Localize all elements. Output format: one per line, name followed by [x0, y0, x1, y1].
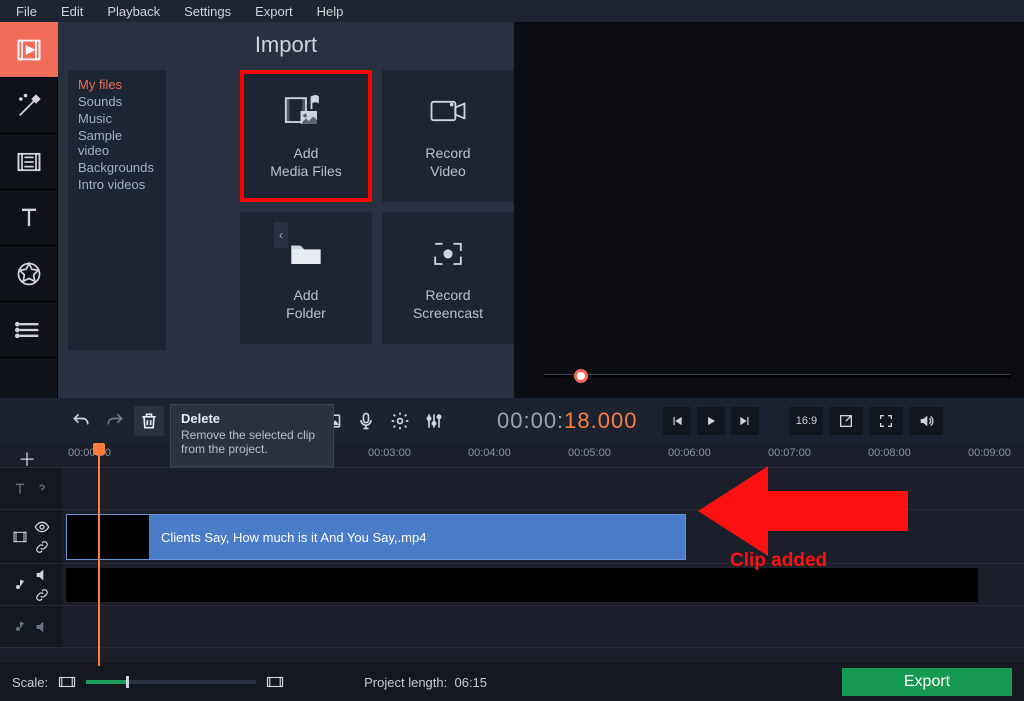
import-categories: My files Sounds Music Sample video Backg…	[68, 70, 166, 350]
tile-label: Record Screencast	[413, 286, 483, 322]
zoom-out-icon[interactable]	[58, 675, 76, 689]
menu-file[interactable]: File	[4, 2, 49, 21]
tool-import[interactable]	[0, 22, 58, 78]
cat-music[interactable]: Music	[78, 110, 156, 127]
annotation-label: Clip added	[730, 550, 827, 572]
delete-button[interactable]	[134, 406, 164, 436]
clip-thumbnail	[67, 515, 149, 559]
import-title: Import	[58, 22, 514, 64]
menu-playback[interactable]: Playback	[95, 2, 172, 21]
cat-backgrounds[interactable]: Backgrounds	[78, 159, 156, 176]
equalizer-button[interactable]	[419, 406, 449, 436]
menu-export[interactable]: Export	[243, 2, 305, 21]
tool-transitions[interactable]	[0, 134, 58, 190]
redo-button[interactable]	[100, 406, 130, 436]
playhead[interactable]	[98, 444, 100, 666]
add-track-button[interactable]: ＋	[18, 446, 36, 472]
collapse-categories[interactable]: ‹	[274, 222, 288, 248]
undo-button[interactable]	[66, 406, 96, 436]
microphone-button[interactable]	[351, 406, 381, 436]
tile-record-screencast[interactable]: Record Screencast	[382, 212, 514, 344]
tool-more[interactable]	[0, 302, 58, 358]
cat-my-files[interactable]: My files	[78, 76, 156, 93]
preview-right-controls: 16:9	[789, 407, 943, 435]
tile-add-media[interactable]: Add Media Files	[240, 70, 372, 202]
import-panel: Import My files Sounds Music Sample vide…	[58, 22, 514, 398]
cat-sounds[interactable]: Sounds	[78, 93, 156, 110]
toolbar-row: 00:00:18.000 16:9	[0, 398, 1024, 444]
aspect-ratio-button[interactable]: 16:9	[789, 407, 823, 435]
audio-clip[interactable]	[66, 568, 978, 602]
timecode-display: 00:00:18.000	[497, 408, 637, 434]
preview-seekbar[interactable]	[544, 374, 1010, 378]
track-gutter	[0, 468, 62, 648]
delete-tooltip: Delete Remove the selected clip from the…	[170, 404, 334, 467]
ruler-tick: 00:03:00	[368, 447, 411, 459]
ruler-tick: 00:05:00	[568, 447, 611, 459]
tile-record-video[interactable]: Record Video	[382, 70, 514, 202]
audio-track-head[interactable]	[0, 606, 62, 648]
title-track-head[interactable]	[0, 468, 62, 510]
menu-settings[interactable]: Settings	[172, 2, 243, 21]
zoom-slider[interactable]	[86, 680, 256, 684]
export-button[interactable]: Export	[842, 668, 1012, 696]
clip-filename: Clients Say, How much is it And You Say,…	[161, 530, 426, 545]
tile-add-folder[interactable]: Add Folder	[240, 212, 372, 344]
tooltip-title: Delete	[181, 411, 323, 426]
next-frame-button[interactable]	[731, 407, 759, 435]
preview-panel	[514, 22, 1024, 398]
zoom-in-icon[interactable]	[266, 675, 284, 689]
tool-filters[interactable]	[0, 78, 58, 134]
audio-track[interactable]	[62, 606, 1024, 648]
detach-preview-button[interactable]	[829, 407, 863, 435]
cat-sample-video[interactable]: Sample video	[78, 127, 156, 159]
volume-button[interactable]	[909, 407, 943, 435]
video-clip[interactable]: Clients Say, How much is it And You Say,…	[66, 514, 686, 560]
menu-bar: File Edit Playback Settings Export Help	[0, 0, 1024, 22]
video-track-head[interactable]	[0, 510, 62, 564]
ruler-tick: 00:04:00	[468, 447, 511, 459]
left-tool-strip	[0, 22, 58, 398]
bottom-bar: Scale: Project length: 06:15 Export	[0, 663, 1024, 701]
fullscreen-button[interactable]	[869, 407, 903, 435]
playback-controls	[663, 407, 759, 435]
play-button[interactable]	[697, 407, 725, 435]
tooltip-body: Remove the selected clip from the projec…	[181, 428, 323, 456]
ruler-tick: 00:09:00	[968, 447, 1011, 459]
zoom-knob[interactable]	[126, 676, 129, 688]
menu-help[interactable]: Help	[305, 2, 356, 21]
scale-label: Scale:	[12, 675, 48, 690]
main-area: Import My files Sounds Music Sample vide…	[0, 22, 1024, 398]
clip-properties-button[interactable]	[385, 406, 415, 436]
project-length: Project length: 06:15	[364, 675, 487, 690]
import-tiles: Add Media Files Record Video Add Folder …	[240, 70, 514, 350]
tool-titles[interactable]	[0, 190, 58, 246]
linked-audio-track[interactable]	[62, 564, 1024, 606]
tile-label: Add Folder	[286, 286, 326, 322]
tile-label: Add Media Files	[270, 144, 342, 180]
linked-audio-track-head[interactable]	[0, 564, 62, 606]
prev-frame-button[interactable]	[663, 407, 691, 435]
menu-edit[interactable]: Edit	[49, 2, 95, 21]
tool-stickers[interactable]	[0, 246, 58, 302]
tile-label: Record Video	[425, 144, 470, 180]
cat-intro-videos[interactable]: Intro videos	[78, 176, 156, 193]
seek-knob[interactable]	[574, 369, 588, 383]
